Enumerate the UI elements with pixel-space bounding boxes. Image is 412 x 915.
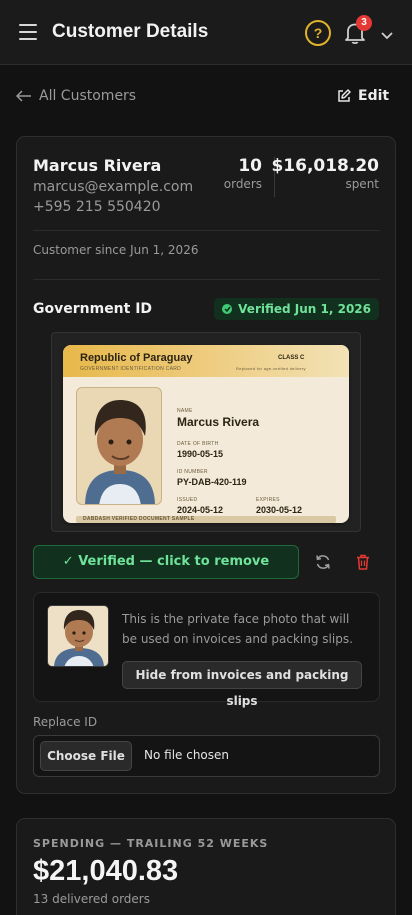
spent-label: spent	[345, 177, 379, 191]
id-dob-label: DATE OF BIRTH	[177, 441, 219, 447]
divider	[33, 279, 380, 280]
customer-email[interactable]: marcus@example.com	[33, 179, 193, 195]
choose-file-button[interactable]: Choose File	[40, 741, 132, 771]
id-card: Republic of Paraguay GOVERNMENT IDENTIFI…	[63, 345, 349, 523]
customer-since: Customer since Jun 1, 2026	[33, 243, 199, 257]
check-circle-icon	[222, 304, 233, 314]
edit-button-label: Edit	[358, 88, 390, 104]
back-link[interactable]: All Customers	[16, 86, 136, 106]
top-bar: Customer Details ? 3	[0, 0, 412, 65]
id-class: CLASS C	[278, 355, 305, 361]
file-status-text: No file chosen	[144, 748, 230, 762]
orders-label: orders	[223, 177, 262, 191]
face-photo-thumbnail	[47, 605, 109, 667]
trash-icon[interactable]	[354, 553, 372, 571]
spending-card: SPENDING — TRAILING 52 WEEKS $21,040.83 …	[16, 818, 396, 915]
id-dob: 1990-05-15	[177, 449, 224, 459]
id-photo	[76, 387, 162, 505]
id-expires-label: EXPIRES	[256, 497, 280, 503]
back-link-label: All Customers	[39, 88, 137, 104]
hide-from-invoices-button[interactable]: Hide from invoices and packing slips	[122, 661, 362, 708]
page-title: Customer Details	[52, 21, 209, 42]
arrow-left-icon	[16, 90, 31, 102]
customer-name: Marcus Rivera	[33, 156, 162, 175]
face-photo-note: This is the private face photo that will…	[122, 612, 353, 646]
id-country: Republic of Paraguay	[80, 352, 193, 364]
spending-amount: $21,040.83	[33, 855, 179, 887]
spent-total: $16,018.20	[271, 156, 379, 176]
face-photo-panel: This is the private face photo that will…	[33, 592, 380, 708]
replace-id-label: Replace ID	[33, 715, 98, 729]
help-icon[interactable]: ?	[305, 20, 331, 46]
id-subtitle: GOVERNMENT IDENTIFICATION CARD	[80, 366, 182, 372]
verified-status-text: Verified Jun 1, 2026	[238, 302, 371, 316]
id-name: Marcus Rivera	[177, 415, 260, 429]
edit-icon	[338, 89, 351, 102]
notifications-count-badge: 3	[356, 15, 372, 31]
spending-orders-note: 13 delivered orders	[33, 892, 150, 906]
verified-status-badge: Verified Jun 1, 2026	[214, 298, 379, 320]
id-expires: 2030-05-12	[256, 505, 303, 515]
id-issued: 2024-05-12	[177, 505, 224, 515]
orders-count: 10	[238, 156, 262, 176]
customer-phone[interactable]: +595 215 550420	[33, 199, 161, 215]
chevron-down-icon[interactable]	[380, 26, 394, 40]
id-issued-label: ISSUED	[177, 497, 198, 503]
remove-verification-button[interactable]: ✓ Verified — click to remove	[33, 545, 299, 579]
id-number: PY-DAB-420-119	[177, 477, 247, 487]
id-class-note: Replaced for age-verified delivery	[236, 366, 306, 371]
replace-id-file-input[interactable]: Choose File No file chosen	[33, 735, 380, 777]
spending-heading: SPENDING — TRAILING 52 WEEKS	[33, 837, 269, 850]
divider	[33, 230, 380, 231]
government-id-heading: Government ID	[33, 301, 153, 317]
id-footer-text: DABDASH VERIFIED DOCUMENT SAMPLE	[83, 516, 195, 522]
customer-card: Marcus Rivera marcus@example.com +595 21…	[16, 136, 396, 794]
edit-button[interactable]: Edit	[337, 86, 389, 106]
id-number-label: ID NUMBER	[177, 469, 208, 475]
government-id-image[interactable]: Republic of Paraguay GOVERNMENT IDENTIFI…	[51, 332, 361, 532]
id-name-label: NAME	[177, 408, 193, 414]
refresh-icon[interactable]	[314, 553, 332, 571]
menu-icon[interactable]	[19, 24, 37, 40]
